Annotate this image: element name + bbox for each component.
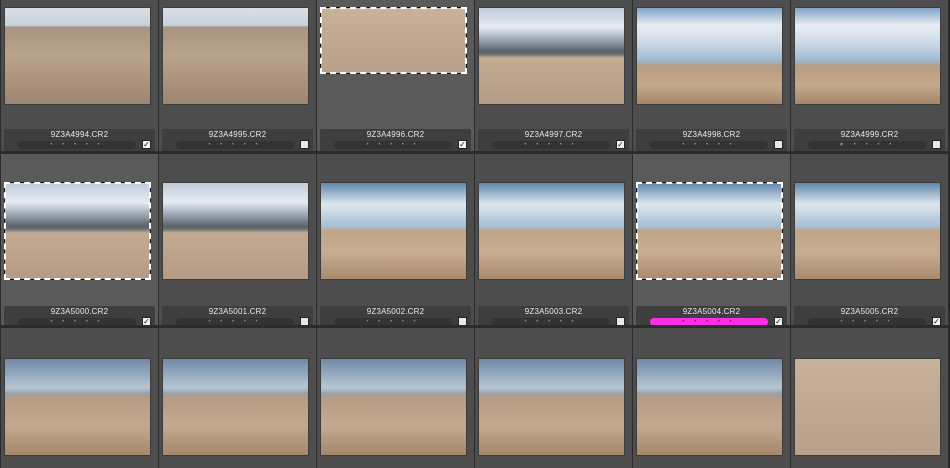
thumbnail-cell[interactable]: 9Z3A4997.CR2 • • • • • ✓ xyxy=(475,0,632,151)
star-rating[interactable]: • • • • • xyxy=(808,318,926,325)
star-rating[interactable]: • • • • • xyxy=(334,318,452,325)
thumbnail-cell[interactable] xyxy=(475,328,632,468)
thumbnail-metadata-bar: 9Z3A4996.CR2 • • • • • ✓ xyxy=(320,129,471,151)
thumbnail-metadata-bar: 9Z3A4997.CR2 • • • • • ✓ xyxy=(478,129,629,151)
photo-thumbnail[interactable] xyxy=(320,358,467,456)
select-checkbox[interactable]: ✓ xyxy=(932,317,941,325)
thumbnail-cell[interactable] xyxy=(1,328,158,468)
thumbnail-cell[interactable] xyxy=(317,328,474,468)
thumbnail-cell[interactable]: 9Z3A5002.CR2 • • • • • xyxy=(317,154,474,325)
filename-label: 9Z3A5000.CR2 xyxy=(50,307,109,316)
photo-thumbnail[interactable] xyxy=(162,358,309,456)
star-rating[interactable]: • • • • • xyxy=(650,141,768,149)
star-rating[interactable]: ★ • • • • xyxy=(808,141,926,149)
select-checkbox[interactable] xyxy=(616,317,625,325)
photo-thumbnail[interactable] xyxy=(794,358,941,456)
thumbnail-cell[interactable] xyxy=(159,328,316,468)
photo-thumbnail[interactable] xyxy=(162,7,309,105)
star-rating[interactable]: • • • • • xyxy=(176,318,294,325)
select-checkbox[interactable] xyxy=(300,140,309,149)
filename-label: 9Z3A4994.CR2 xyxy=(50,130,109,139)
thumbnail-cell[interactable]: 9Z3A4996.CR2 • • • • • ✓ xyxy=(317,0,474,151)
photo-thumbnail[interactable] xyxy=(4,182,151,280)
filename-label: 9Z3A4995.CR2 xyxy=(208,130,267,139)
thumbnail-metadata-bar: 9Z3A4994.CR2 • • • • • ✓ xyxy=(4,129,155,151)
thumbnail-cell[interactable]: 9Z3A4994.CR2 • • • • • ✓ xyxy=(1,0,158,151)
star-rating[interactable]: • • • • • xyxy=(176,141,294,149)
star-rating[interactable]: • • • • • xyxy=(492,318,610,325)
thumbnail-cell[interactable] xyxy=(633,328,790,468)
select-checkbox[interactable] xyxy=(300,317,309,325)
thumbnail-grid: 9Z3A4994.CR2 • • • • • ✓ 9Z3A4995.CR2 • • • … xyxy=(1,0,950,468)
thumbnail-cell[interactable] xyxy=(791,328,948,468)
thumbnail-metadata-bar: 9Z3A4999.CR2 ★ • • • • xyxy=(794,129,945,151)
photo-thumbnail[interactable] xyxy=(636,358,783,456)
thumbnail-metadata-bar: 9Z3A5003.CR2 • • • • • xyxy=(478,306,629,325)
thumbnail-metadata-bar: 9Z3A5000.CR2 • • • • • ✓ xyxy=(4,306,155,325)
photo-thumbnail[interactable] xyxy=(4,7,151,105)
photo-thumbnail[interactable] xyxy=(636,7,783,105)
thumbnail-metadata-bar: 9Z3A4998.CR2 • • • • • xyxy=(636,129,787,151)
thumbnail-cell[interactable]: 9Z3A5003.CR2 • • • • • xyxy=(475,154,632,325)
select-checkbox[interactable]: ✓ xyxy=(458,140,467,149)
filename-label: 9Z3A4998.CR2 xyxy=(682,130,741,139)
photo-thumbnail[interactable] xyxy=(794,7,941,105)
filename-label: 9Z3A5005.CR2 xyxy=(840,307,899,316)
thumbnail-cell[interactable]: 9Z3A4995.CR2 • • • • • xyxy=(159,0,316,151)
thumbnail-metadata-bar: 9Z3A5005.CR2 • • • • • ✓ xyxy=(794,306,945,325)
thumbnail-cell[interactable]: 9Z3A4998.CR2 • • • • • xyxy=(633,0,790,151)
select-checkbox[interactable] xyxy=(932,140,941,149)
photo-thumbnail[interactable] xyxy=(320,182,467,280)
photo-thumbnail[interactable] xyxy=(794,182,941,280)
star-rating[interactable]: • • • • • xyxy=(650,318,768,325)
select-checkbox[interactable]: ✓ xyxy=(616,140,625,149)
filename-label: 9Z3A5001.CR2 xyxy=(208,307,267,316)
thumbnail-metadata-bar: 9Z3A5004.CR2 • • • • • ✓ xyxy=(636,306,787,325)
photo-thumbnail[interactable] xyxy=(478,358,625,456)
photo-thumbnail[interactable] xyxy=(478,182,625,280)
filename-label: 9Z3A4996.CR2 xyxy=(366,130,425,139)
thumbnail-cell[interactable]: 9Z3A5005.CR2 • • • • • ✓ xyxy=(791,154,948,325)
photo-thumbnail[interactable] xyxy=(478,7,625,105)
photo-thumbnail[interactable] xyxy=(636,182,783,280)
thumbnail-cell[interactable]: 9Z3A4999.CR2 ★ • • • • xyxy=(791,0,948,151)
select-checkbox[interactable]: ✓ xyxy=(142,317,151,325)
star-rating[interactable]: • • • • • xyxy=(492,141,610,149)
filename-label: 9Z3A5004.CR2 xyxy=(682,307,741,316)
thumbnail-metadata-bar: 9Z3A5001.CR2 • • • • • xyxy=(162,306,313,325)
filename-label: 9Z3A4997.CR2 xyxy=(524,130,583,139)
filename-label: 9Z3A4999.CR2 xyxy=(840,130,899,139)
select-checkbox[interactable] xyxy=(774,140,783,149)
thumbnail-metadata-bar: 9Z3A5002.CR2 • • • • • xyxy=(320,306,471,325)
star-rating[interactable]: • • • • • xyxy=(334,141,452,149)
photo-thumbnail[interactable] xyxy=(162,182,309,280)
select-checkbox[interactable] xyxy=(458,317,467,325)
photo-thumbnail[interactable] xyxy=(4,358,151,456)
filename-label: 9Z3A5003.CR2 xyxy=(524,307,583,316)
thumbnail-cell[interactable]: 9Z3A5004.CR2 • • • • • ✓ xyxy=(633,154,790,325)
star-rating[interactable]: • • • • • xyxy=(18,141,136,149)
thumbnail-cell[interactable]: 9Z3A5001.CR2 • • • • • xyxy=(159,154,316,325)
thumbnail-metadata-bar: 9Z3A4995.CR2 • • • • • xyxy=(162,129,313,151)
star-rating[interactable]: • • • • • xyxy=(18,318,136,325)
thumbnail-cell[interactable]: 9Z3A5000.CR2 • • • • • ✓ xyxy=(1,154,158,325)
select-checkbox[interactable]: ✓ xyxy=(774,317,783,325)
select-checkbox[interactable]: ✓ xyxy=(142,140,151,149)
photo-thumbnail[interactable] xyxy=(320,7,467,74)
filename-label: 9Z3A5002.CR2 xyxy=(366,307,425,316)
